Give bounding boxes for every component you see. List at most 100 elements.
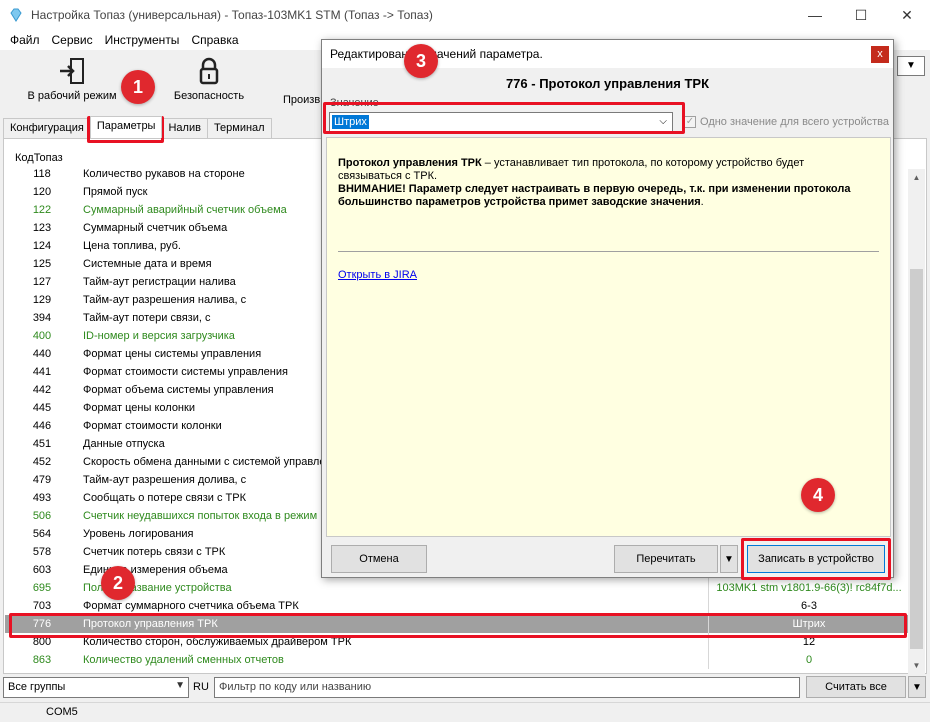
work-mode-button[interactable]: В рабочий режим (26, 56, 118, 102)
row-code: 695 (32, 582, 52, 594)
row-name: Тайм-аут регистрации налива (83, 276, 236, 288)
row-name: Уровень логирования (83, 528, 194, 540)
dialog-close-button[interactable]: x (871, 46, 889, 63)
tab-terminal[interactable]: Терминал (206, 118, 272, 138)
row-code: 124 (32, 240, 52, 252)
row-code: 400 (32, 330, 52, 342)
row-code: 127 (32, 276, 52, 288)
row-code: 703 (32, 600, 52, 612)
row-code: 123 (32, 222, 52, 234)
read-all-dropdown[interactable]: ▼ (908, 676, 926, 698)
row-code: 445 (32, 402, 52, 414)
production-label: Произв (283, 94, 321, 106)
cancel-button[interactable]: Отмена (331, 545, 427, 573)
security-button[interactable]: Безопасность (170, 56, 248, 102)
row-code: 564 (32, 528, 52, 540)
chevron-down-icon: ▼ (912, 681, 922, 693)
description-warning: ВНИМАНИЕ! Параметр следует настраивать в… (338, 183, 851, 208)
single-value-label: Одно значение для всего устройства (700, 116, 890, 128)
chevron-down-icon: ▼ (175, 680, 185, 691)
dialog-heading: 776 - Протокол управления ТРК (505, 76, 710, 91)
row-name: Тайм-аут разрешения налива, с (83, 294, 247, 306)
row-value: 103MK1 stm v1801.9-66(3)! rc84f7d... (716, 582, 902, 594)
toolbar-combo[interactable]: ▼ (897, 56, 925, 76)
groups-select[interactable]: Все группы ▼ (3, 677, 189, 698)
row-code: 122 (32, 204, 52, 216)
row-code: 506 (32, 510, 52, 522)
language-indicator: RU (193, 681, 209, 693)
row-code: 479 (32, 474, 52, 486)
single-value-checkbox[interactable]: ✓ Одно значение для всего устройства (684, 116, 889, 128)
checkmark-icon: ✓ (684, 116, 696, 128)
filter-input[interactable]: Фильтр по коду или названию (214, 677, 800, 698)
exit-door-icon (60, 58, 84, 84)
row-code: 493 (32, 492, 52, 504)
row-name: Системные дата и время (83, 258, 212, 270)
menu-file[interactable]: Файл (4, 33, 46, 47)
row-code: 440 (32, 348, 52, 360)
scroll-down-icon[interactable]: ▼ (908, 657, 925, 674)
row-name: Счетчик неудавшихся попыток входа в режи… (83, 510, 318, 522)
row-code: 394 (32, 312, 52, 324)
row-name: Формат суммарного счетчика объема ТРК (83, 600, 299, 612)
row-name: Формат цены системы управления (83, 348, 262, 360)
row-code: 578 (32, 546, 52, 558)
close-button[interactable]: ✕ (884, 0, 930, 30)
annotation-badge-3: 3 (404, 44, 438, 78)
filter-placeholder: Фильтр по коду или названию (219, 681, 372, 693)
table-row[interactable]: 695 Полное название устройства 103MK1 stm … (5, 579, 910, 597)
read-all-button[interactable]: Считать все (806, 676, 906, 698)
scroll-up-icon[interactable]: ▲ (908, 169, 925, 186)
row-code: 452 (32, 456, 52, 468)
row-name: Счетчик потерь связи с ТРК (83, 546, 226, 558)
row-name: Цена топлива, руб. (83, 240, 181, 252)
tab-parameters[interactable]: Параметры (89, 116, 163, 138)
row-code: 441 (32, 366, 52, 378)
row-name: Суммарный аварийный счетчик объема (83, 204, 287, 216)
row-code: 129 (32, 294, 52, 306)
scroll-thumb[interactable] (910, 269, 923, 649)
row-name: Формат объема системы управления (83, 384, 274, 396)
reread-dropdown[interactable]: ▼ (720, 545, 738, 573)
vertical-scrollbar[interactable]: ▲ ▼ (908, 169, 925, 674)
table-row[interactable]: 863 Количество удалений сменных отчетов 0 (5, 651, 910, 669)
maximize-button[interactable]: ☐ (838, 0, 884, 30)
chevron-down-icon: ▼ (724, 553, 734, 565)
tab-filling[interactable]: Налив (161, 118, 208, 138)
menu-help[interactable]: Справка (185, 33, 244, 47)
diamond-icon (10, 8, 22, 22)
row-name: Формат цены колонки (83, 402, 195, 414)
reread-button[interactable]: Перечитать (614, 545, 718, 573)
row-value: 0 (805, 654, 813, 666)
production-button[interactable]: Произв (283, 94, 323, 106)
com-port-status: COM5 (46, 706, 78, 718)
parameter-description-panel: Протокол управления ТРК – устанавливает … (326, 137, 891, 537)
row-name: Суммарный счетчик объема (83, 222, 228, 234)
annotation-badge-4: 4 (801, 478, 835, 512)
highlight-selected-row (9, 613, 907, 638)
row-name: Формат стоимости системы управления (83, 366, 288, 378)
lock-icon (199, 57, 219, 85)
row-name: Сообщать о потере связи с ТРК (83, 492, 247, 504)
row-name: Тайм-аут разрешения долива, с (83, 474, 247, 486)
row-value: 6-3 (801, 600, 817, 612)
divider (338, 251, 879, 252)
row-name: Скорость обмена данными с системой управ… (83, 456, 332, 468)
window-title: Настройка Топаз (универсальная) - Топаз-… (31, 8, 433, 22)
description-end: . (700, 196, 704, 208)
menu-tools[interactable]: Инструменты (99, 33, 186, 47)
column-code-header[interactable]: КодТопаз (15, 152, 63, 164)
open-jira-link[interactable]: Открыть в JIRA (338, 269, 417, 281)
row-code: 120 (32, 186, 52, 198)
row-name: Количество рукавов на стороне (83, 169, 245, 180)
description-title: Протокол управления ТРК (338, 157, 482, 169)
menu-service[interactable]: Сервис (46, 33, 99, 47)
tab-configuration[interactable]: Конфигурация (3, 118, 91, 138)
annotation-badge-1: 1 (121, 70, 155, 104)
row-code: 442 (32, 384, 52, 396)
row-code: 125 (32, 258, 52, 270)
minimize-button[interactable]: — (792, 0, 838, 30)
window-titlebar: Настройка Топаз (универсальная) - Топаз-… (0, 0, 930, 30)
groups-value: Все группы (8, 681, 66, 693)
row-code: 446 (32, 420, 52, 432)
